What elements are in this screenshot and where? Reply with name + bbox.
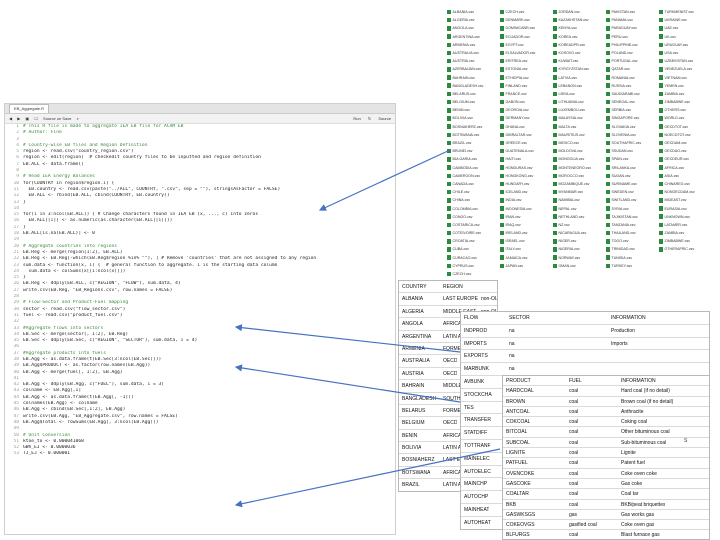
arrow-sector-to-flows — [234, 364, 461, 403]
arrow-layer — [234, 149, 501, 508]
arrow-files-to-readcode — [318, 149, 451, 211]
arrow-fuel-to-products — [234, 448, 501, 508]
arrow-region-to-aggregate — [234, 324, 461, 353]
